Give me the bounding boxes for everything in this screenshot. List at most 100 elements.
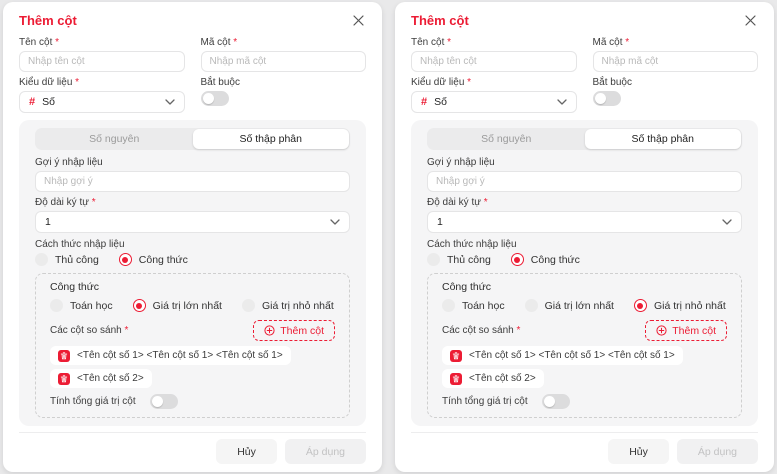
add-column-button[interactable]: Thêm cột	[645, 320, 727, 341]
number-hash-icon: #	[29, 96, 35, 108]
sum-toggle-label: Tính tổng giá trị cột	[442, 396, 528, 407]
formula-box: Công thức Toán học Giá trị lớn nhất Giá …	[427, 273, 742, 418]
add-column-dialog-left: Thêm cột Tên cột Mã cột Kiểu dữ liệu # S…	[3, 2, 382, 472]
hint-input[interactable]	[427, 171, 742, 192]
sum-toggle-row: Tính tổng giá trị cột	[442, 394, 727, 409]
trash-icon[interactable]	[450, 350, 462, 362]
close-icon[interactable]	[742, 12, 758, 28]
radio-max-value[interactable]: Giá trị lớn nhất	[133, 299, 222, 312]
length-select[interactable]: 1	[427, 211, 742, 233]
length-label: Độ dài ký tự	[35, 197, 350, 208]
tab-decimal[interactable]: Số thập phân	[193, 129, 350, 149]
length-select[interactable]: 1	[35, 211, 350, 233]
chevron-down-icon	[165, 99, 175, 105]
page: Thêm cột Tên cột Mã cột Kiểu dữ liệu # S…	[0, 0, 777, 474]
radio-min-value[interactable]: Giá trị nhỏ nhất	[634, 299, 726, 312]
data-type-label: Kiểu dữ liệu	[19, 77, 185, 88]
hint-label: Gợi ý nhập liệu	[427, 157, 742, 168]
compare-column-text: <Tên cột số 1> <Tên cột số 1> <Tên cột s…	[77, 350, 283, 361]
formula-options: Toán học Giá trị lớn nhất Giá trị nhỏ nh…	[50, 299, 335, 312]
compare-columns-label: Các cột so sánh	[50, 325, 128, 336]
dialog-footer: Hủy Áp dụng	[19, 432, 366, 464]
tab-integer[interactable]: Số nguyên	[36, 129, 193, 149]
trash-icon[interactable]	[58, 350, 70, 362]
data-type-value: Số	[42, 96, 157, 108]
length-value: 1	[45, 216, 323, 228]
type-settings-panel: Số nguyên Số thập phân Gợi ý nhập liệu Đ…	[411, 120, 758, 426]
number-type-tabs: Số nguyên Số thập phân	[427, 128, 742, 150]
add-column-dialog-right: Thêm cột Tên cột Mã cột Kiểu dữ liệu # S…	[395, 2, 774, 472]
radio-circle	[511, 253, 524, 266]
plus-circle-icon	[264, 325, 275, 336]
type-required-row: Kiểu dữ liệu # Số Bắt buộc	[19, 77, 366, 113]
column-code-input[interactable]	[201, 51, 367, 72]
radio-max-value[interactable]: Giá trị lớn nhất	[525, 299, 614, 312]
apply-button[interactable]: Áp dụng	[677, 439, 758, 464]
radio-math[interactable]: Toán học	[50, 299, 113, 312]
sum-toggle-label: Tính tổng giá trị cột	[50, 396, 136, 407]
radio-circle	[442, 299, 455, 312]
input-method-label: Cách thức nhập liệu	[427, 239, 742, 250]
data-type-value: Số	[434, 96, 549, 108]
formula-title: Công thức	[442, 281, 727, 293]
compare-column-text: <Tên cột số 2>	[77, 373, 144, 384]
radio-circle	[242, 299, 255, 312]
trash-icon[interactable]	[450, 373, 462, 385]
number-type-tabs: Số nguyên Số thập phân	[35, 128, 350, 150]
dialog-header: Thêm cột	[411, 12, 758, 28]
radio-manual[interactable]: Thủ công	[427, 253, 491, 266]
radio-min-value[interactable]: Giá trị nhỏ nhất	[242, 299, 334, 312]
input-method-label: Cách thức nhập liệu	[35, 239, 350, 250]
dialog-footer: Hủy Áp dụng	[411, 432, 758, 464]
column-name-label: Tên cột	[411, 37, 577, 48]
name-code-row: Tên cột Mã cột	[411, 37, 758, 72]
compare-columns-row: Các cột so sánh Thêm cột	[50, 320, 335, 341]
formula-options: Toán học Giá trị lớn nhất Giá trị nhỏ nh…	[442, 299, 727, 312]
compare-column-chip: <Tên cột số 1> <Tên cột số 1> <Tên cột s…	[50, 346, 291, 365]
data-type-select[interactable]: # Số	[19, 91, 185, 113]
sum-toggle[interactable]	[150, 394, 178, 409]
sum-toggle[interactable]	[542, 394, 570, 409]
radio-math[interactable]: Toán học	[442, 299, 505, 312]
compare-column-chip: <Tên cột số 2>	[50, 369, 152, 388]
radio-manual[interactable]: Thủ công	[35, 253, 99, 266]
hint-input[interactable]	[35, 171, 350, 192]
plus-circle-icon	[656, 325, 667, 336]
formula-box: Công thức Toán học Giá trị lớn nhất Giá …	[35, 273, 350, 418]
chevron-down-icon	[722, 219, 732, 225]
tab-integer[interactable]: Số nguyên	[428, 129, 585, 149]
radio-circle	[133, 299, 146, 312]
radio-circle	[427, 253, 440, 266]
input-method-options: Thủ công Công thức	[35, 253, 350, 266]
chevron-down-icon	[330, 219, 340, 225]
required-label: Bắt buộc	[201, 77, 367, 88]
radio-circle	[634, 299, 647, 312]
close-icon[interactable]	[350, 12, 366, 28]
column-code-label: Mã cột	[201, 37, 367, 48]
column-name-input[interactable]	[411, 51, 577, 72]
required-label: Bắt buộc	[593, 77, 759, 88]
type-required-row: Kiểu dữ liệu # Số Bắt buộc	[411, 77, 758, 113]
column-name-input[interactable]	[19, 51, 185, 72]
add-column-button[interactable]: Thêm cột	[253, 320, 335, 341]
trash-icon[interactable]	[58, 373, 70, 385]
tab-decimal[interactable]: Số thập phân	[585, 129, 742, 149]
column-code-input[interactable]	[593, 51, 759, 72]
sum-toggle-row: Tính tổng giá trị cột	[50, 394, 335, 409]
required-toggle[interactable]	[201, 91, 229, 106]
radio-formula[interactable]: Công thức	[511, 253, 580, 266]
length-value: 1	[437, 216, 715, 228]
name-code-row: Tên cột Mã cột	[19, 37, 366, 72]
cancel-button[interactable]: Hủy	[216, 439, 277, 464]
compare-column-chip: <Tên cột số 1> <Tên cột số 1> <Tên cột s…	[442, 346, 683, 365]
radio-formula[interactable]: Công thức	[119, 253, 188, 266]
length-label: Độ dài ký tự	[427, 197, 742, 208]
chevron-down-icon	[557, 99, 567, 105]
formula-title: Công thức	[50, 281, 335, 293]
data-type-select[interactable]: # Số	[411, 91, 577, 113]
cancel-button[interactable]: Hủy	[608, 439, 669, 464]
compare-columns-label: Các cột so sánh	[442, 325, 520, 336]
apply-button[interactable]: Áp dụng	[285, 439, 366, 464]
radio-circle	[525, 299, 538, 312]
required-toggle[interactable]	[593, 91, 621, 106]
